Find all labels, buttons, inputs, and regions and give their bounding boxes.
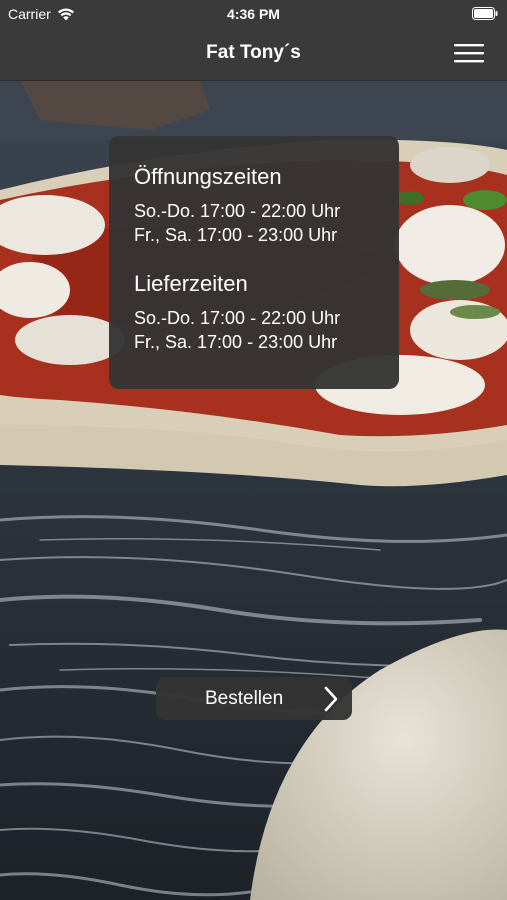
order-button[interactable]: Bestellen (156, 677, 352, 720)
opening-hours-line: Fr., Sa. 17:00 - 23:00 Uhr (134, 225, 338, 245)
delivery-hours-section: Lieferzeiten So.-Do. 17:00 - 22:00 Uhr F… (134, 271, 399, 354)
status-bar: Carrier 4:36 PM (0, 0, 507, 28)
navigation-bar: Fat Tony´s (0, 28, 507, 81)
opening-hours-line: So.-Do. 17:00 - 22:00 Uhr (134, 201, 341, 221)
status-time: 4:36 PM (227, 6, 280, 22)
battery-icon (472, 7, 498, 20)
opening-hours-heading: Öffnungszeiten (134, 164, 282, 189)
delivery-hours-line: Fr., Sa. 17:00 - 23:00 Uhr (134, 332, 338, 352)
delivery-hours-line: So.-Do. 17:00 - 22:00 Uhr (134, 308, 341, 328)
hours-panel: Öffnungszeiten So.-Do. 17:00 - 22:00 Uhr… (109, 136, 399, 389)
hamburger-menu-icon[interactable] (453, 40, 485, 66)
opening-hours-section: Öffnungszeiten So.-Do. 17:00 - 22:00 Uhr… (134, 164, 399, 247)
app-title: Fat Tony´s (206, 42, 301, 63)
order-button-label: Bestellen (205, 688, 284, 709)
chevron-right-icon (324, 686, 338, 712)
delivery-hours-heading: Lieferzeiten (134, 271, 248, 296)
